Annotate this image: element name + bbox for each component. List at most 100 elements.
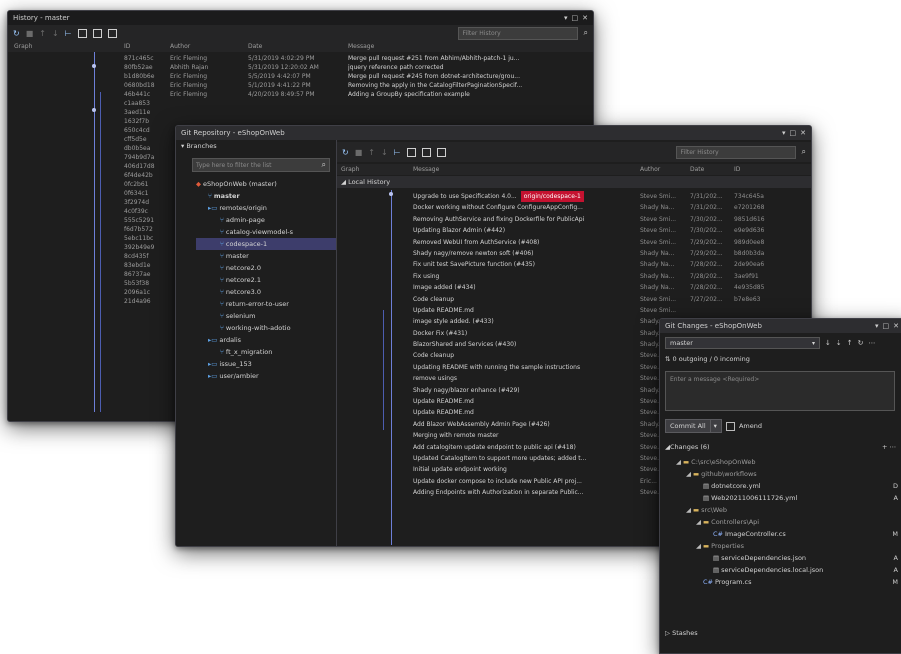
view-option-icon[interactable]: [406, 147, 416, 157]
folder-item[interactable]: ◢ ▬ C:\src\eShopOnWeb: [676, 456, 901, 468]
minimize-icon[interactable]: ▾: [782, 129, 786, 137]
table-row[interactable]: Image added (#434) Shady Na... 7/28/202...…: [337, 282, 811, 293]
branch-item[interactable]: ⑂ netcore2.0: [196, 262, 336, 274]
history-filter-input[interactable]: Filter History: [457, 26, 578, 40]
branch-item[interactable]: ⑂ catalog-viewmodel-s: [196, 226, 336, 238]
branch-item[interactable]: ⑂ netcore2.1: [196, 274, 336, 286]
file-item[interactable]: C# Program.cs M: [676, 576, 901, 588]
branch-item[interactable]: ⑂ netcore3.0: [196, 286, 336, 298]
file-item[interactable]: C# ImageController.cs M: [676, 528, 901, 540]
stashes-header[interactable]: ▷ Stashes: [665, 627, 698, 639]
table-row[interactable]: Removing AuthService and fixing Dockerfi…: [337, 214, 811, 225]
close-icon[interactable]: ✕: [893, 322, 899, 330]
table-row[interactable]: Removed WebUI from AuthService (#408) Ste…: [337, 237, 811, 248]
view-option-icon[interactable]: [436, 147, 446, 157]
folder-item[interactable]: ◢ ▬ Controllers\Api: [676, 516, 901, 528]
down-icon[interactable]: ↓: [381, 148, 388, 157]
table-row[interactable]: Fix using Shady Na... 7/28/202... 3ae9f91: [337, 271, 811, 282]
search-icon[interactable]: ⌕: [802, 147, 806, 157]
changes-header[interactable]: ◢ Changes (6) + ⋯: [665, 441, 901, 453]
column-header-message[interactable]: Message: [413, 166, 640, 173]
commit-message-input[interactable]: Enter a message <Required>: [670, 376, 759, 383]
branches-header[interactable]: ▾ Branches: [176, 140, 336, 152]
close-icon[interactable]: ✕: [800, 129, 806, 137]
sync-icon[interactable]: ↻: [858, 339, 864, 347]
stage-all-icon[interactable]: + ⋯: [882, 441, 896, 453]
branch-filter-input[interactable]: Type here to filter the list: [196, 162, 271, 169]
column-header-id[interactable]: ID: [734, 166, 784, 173]
up-icon[interactable]: ↑: [368, 148, 375, 157]
up-icon[interactable]: ↑: [39, 29, 46, 38]
branch-item[interactable]: ⑂ ft_x_migration: [196, 346, 336, 358]
table-row[interactable]: 80fb52ae Abhith Rajan 5/31/2019 12:20:02 A…: [8, 63, 593, 72]
branch-item[interactable]: ⑂ master: [196, 190, 336, 202]
view-option-icon[interactable]: [77, 28, 87, 38]
search-icon[interactable]: ⌕: [584, 28, 588, 38]
minimize-icon[interactable]: ▾: [564, 14, 568, 22]
table-row[interactable]: Docker working without Configure Configu…: [337, 202, 811, 213]
view-option-icon[interactable]: [92, 28, 102, 38]
branch-item[interactable]: ▸▭ user/ambier: [196, 370, 336, 382]
maximize-icon[interactable]: □: [572, 14, 579, 22]
column-header-graph[interactable]: Graph: [8, 43, 124, 50]
refresh-icon[interactable]: ↻: [342, 148, 349, 157]
table-row[interactable]: Code cleanup Steve Smi... 7/27/202... b7e8e…: [337, 294, 811, 305]
view-option-icon[interactable]: [421, 147, 431, 157]
file-item[interactable]: ▤ serviceDependencies.json A: [676, 552, 901, 564]
pull-icon[interactable]: ⇣: [836, 339, 842, 347]
table-row[interactable]: Update README.md Steve Smi...: [337, 305, 811, 316]
folder-item[interactable]: ◢ ▬ src\Web: [676, 504, 901, 516]
chevron-down-icon[interactable]: ▾: [709, 420, 717, 432]
commit-message-box[interactable]: Enter a message <Required>: [665, 371, 895, 411]
push-icon[interactable]: ↑: [847, 339, 853, 347]
branch-item[interactable]: ▸▭ issue_153: [196, 358, 336, 370]
view-option-icon[interactable]: [107, 28, 117, 38]
local-history-section[interactable]: ◢ Local History: [337, 176, 811, 188]
amend-checkbox[interactable]: [725, 421, 735, 431]
column-header-id[interactable]: ID: [124, 43, 170, 50]
repo-history-filter-input[interactable]: Filter History: [675, 145, 796, 159]
branch-item[interactable]: ⑂ admin-page: [196, 214, 336, 226]
column-header-author[interactable]: Author: [170, 43, 248, 50]
close-icon[interactable]: ✕: [582, 14, 588, 22]
outgoing-incoming-status[interactable]: ⇅ 0 outgoing / 0 incoming: [665, 353, 750, 365]
column-header-author[interactable]: Author: [640, 166, 690, 173]
table-row[interactable]: 3aed11e: [8, 108, 593, 117]
column-header-message[interactable]: Message: [348, 43, 578, 50]
branch-select[interactable]: master ▾: [665, 337, 820, 349]
table-row[interactable]: 0680bd18 Eric Fleming 5/1/2019 4:41:22 PM R…: [8, 81, 593, 90]
branch-item[interactable]: ◆ eShopOnWeb (master): [196, 178, 336, 190]
branch-item[interactable]: ⑂ selenium: [196, 310, 336, 322]
branch-item[interactable]: ▸▭ ardalis: [196, 334, 336, 346]
table-row[interactable]: c1aa853: [8, 99, 593, 108]
table-row[interactable]: 46b441c Eric Fleming 4/20/2019 8:49:57 PM A…: [8, 90, 593, 99]
table-row[interactable]: b1d80b6e Eric Fleming 5/5/2019 4:42:07 PM M…: [8, 72, 593, 81]
commit-all-button[interactable]: Commit All ▾: [665, 419, 722, 433]
branch-item[interactable]: ⑂ codespace-1: [196, 238, 336, 250]
file-item[interactable]: ▤ serviceDependencies.local.json A: [676, 564, 901, 576]
branch-graph-icon[interactable]: ⊢: [394, 148, 401, 157]
branch-item[interactable]: ⑂ master: [196, 250, 336, 262]
stop-icon[interactable]: ■: [355, 148, 363, 157]
branch-item[interactable]: ⑂ return-error-to-user: [196, 298, 336, 310]
maximize-icon[interactable]: □: [790, 129, 797, 137]
table-row[interactable]: Upgrade to use Specification 4.0... origi…: [337, 191, 811, 203]
table-row[interactable]: Shady nagy/remove newton soft (#406) Shad…: [337, 248, 811, 259]
column-header-date[interactable]: Date: [248, 43, 348, 50]
stop-icon[interactable]: ■: [26, 29, 34, 38]
table-row[interactable]: Updating Blazor Admin (#442) Steve Smi...…: [337, 225, 811, 236]
branch-filter-box[interactable]: Type here to filter the list ⌕: [192, 158, 330, 172]
refresh-icon[interactable]: ↻: [13, 29, 20, 38]
fetch-icon[interactable]: ↓: [825, 339, 831, 347]
table-row[interactable]: 871c465c Eric Fleming 5/31/2019 4:02:29 PM…: [8, 54, 593, 63]
folder-item[interactable]: ◢ ▬ github\workflows: [676, 468, 901, 480]
column-header-date[interactable]: Date: [690, 166, 734, 173]
folder-item[interactable]: ◢ ▬ Properties: [676, 540, 901, 552]
file-item[interactable]: ▤ dotnetcore.yml D: [676, 480, 901, 492]
branch-graph-icon[interactable]: ⊢: [65, 29, 72, 38]
table-row[interactable]: Fix unit test SavePicture function (#435…: [337, 259, 811, 270]
branch-tag[interactable]: origin/codespace-1: [520, 191, 584, 203]
branch-item[interactable]: ⑂ working-with-adotio: [196, 322, 336, 334]
down-icon[interactable]: ↓: [52, 29, 59, 38]
more-icon[interactable]: ⋯: [869, 339, 876, 347]
